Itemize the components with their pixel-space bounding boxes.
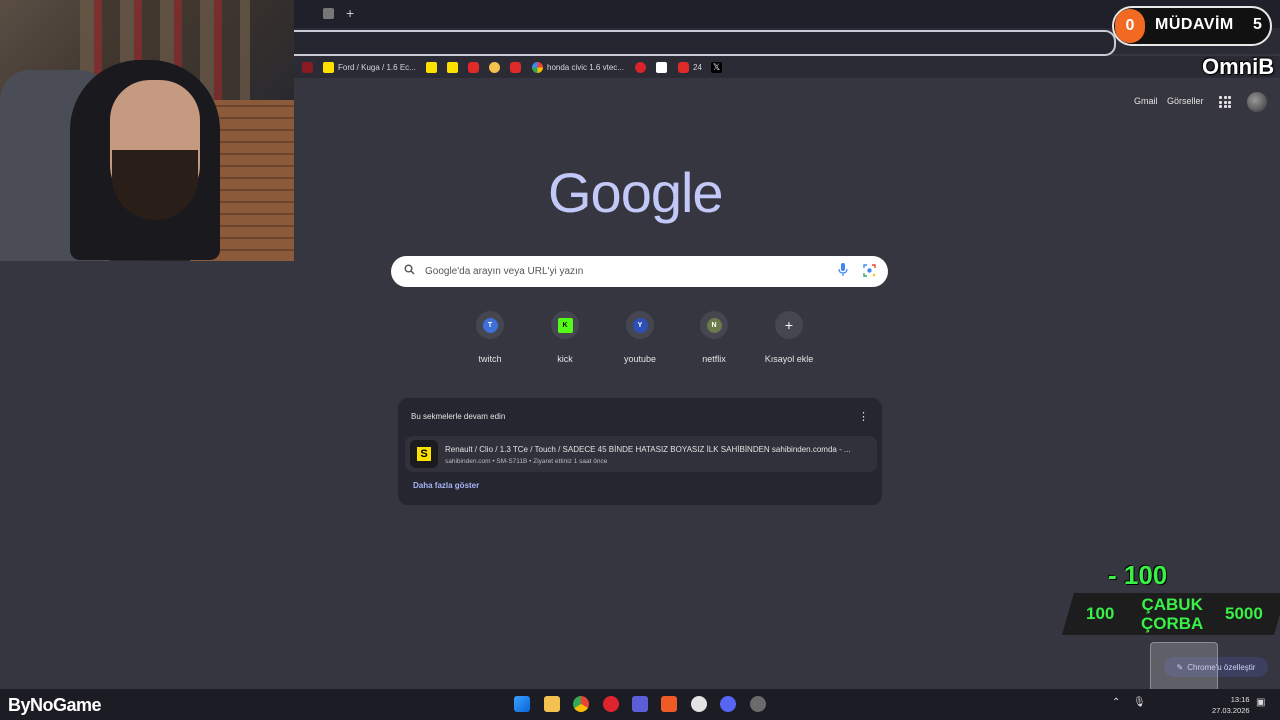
bookmark-item[interactable] (447, 60, 462, 74)
youtube-icon: Y (632, 317, 648, 333)
red-favicon-icon (302, 61, 313, 73)
youtube-favicon-icon (468, 61, 479, 73)
emoji-favicon-icon (489, 61, 500, 73)
card-title: Bu sekmelerle devam edin (411, 412, 506, 421)
shortcut-label: Kısayol ekle (764, 354, 814, 364)
omnib-label: OmniB (1202, 54, 1275, 79)
bookmark-item[interactable] (302, 60, 317, 74)
corba-left-value: 100 (1086, 604, 1115, 623)
shortcut-label: netflix (702, 354, 726, 364)
tab-item-title[interactable]: Renault / Clio / 1.3 TCe / Touch / SADEC… (445, 445, 851, 454)
bookmark-item[interactable]: 24 (678, 60, 702, 74)
bookmark-item[interactable] (426, 60, 441, 74)
opera-icon[interactable] (603, 696, 619, 712)
shortcut-label: kick (557, 354, 573, 364)
file-explorer-icon[interactable] (544, 696, 560, 712)
app-icon[interactable] (632, 696, 648, 712)
sahibinden-favicon-icon (426, 61, 437, 73)
new-tab-button[interactable]: + (346, 5, 354, 21)
shortcut-twitch[interactable]: T twitch (460, 311, 520, 364)
bookmark-item[interactable] (635, 60, 650, 74)
google-lens-icon[interactable] (863, 264, 876, 277)
sahibinden-favicon-icon (447, 61, 458, 73)
youtube-favicon-icon (510, 61, 521, 73)
bookmark-item[interactable] (468, 60, 483, 74)
brave-icon[interactable] (661, 696, 677, 712)
webcam-overlay (0, 0, 294, 261)
search-input[interactable]: Google'da arayın veya URL'yi yazın (425, 266, 583, 277)
bookmarks-bar: Ford / Kuga / 1.6 Ec... honda civic 1.6 … (294, 56, 1280, 78)
chevron-up-icon[interactable]: ⌃ (1112, 697, 1120, 708)
microphone-tray-icon[interactable]: 🎙 (1133, 697, 1146, 708)
google-logo: Google (548, 161, 724, 224)
mudavim-count: 5 (1253, 16, 1262, 33)
amazon-favicon-icon (656, 61, 667, 73)
kick-icon: K (557, 317, 573, 333)
mudavim-left-count: 0 (1115, 9, 1145, 43)
chrome-icon[interactable] (573, 696, 589, 712)
shortcut-label: twitch (478, 354, 502, 364)
add-shortcut-button[interactable]: + Kısayol ekle (759, 311, 819, 364)
microphone-icon[interactable] (838, 263, 848, 277)
sahibinden-icon: S (417, 447, 431, 461)
app-icon[interactable] (750, 696, 766, 712)
netflix-icon: N (706, 317, 722, 333)
youtube-favicon-icon (678, 61, 689, 73)
red-favicon-icon (635, 61, 646, 73)
google-favicon-icon (532, 61, 543, 73)
gmail-link[interactable]: Gmail (1134, 96, 1158, 106)
apps-grid-icon[interactable] (1219, 96, 1231, 108)
corba-title: ÇABUK ÇORBA (1141, 595, 1204, 633)
shortcut-label: youtube (623, 354, 657, 364)
clock[interactable]: 13:16 27.03.2026 (1212, 694, 1250, 716)
discord-icon[interactable] (720, 696, 736, 712)
shortcut-kick[interactable]: K kick (535, 311, 595, 364)
avatar[interactable] (1247, 92, 1267, 112)
minus-value: - 100 (1108, 560, 1168, 590)
address-bar[interactable] (294, 30, 1116, 56)
bookmark-item[interactable]: 𝕏 (711, 60, 726, 74)
continue-tab-item[interactable] (405, 436, 877, 472)
mudavim-label: MÜDAVİM (1155, 16, 1234, 33)
bookmark-item[interactable] (656, 60, 671, 74)
tab-item-meta: sahibinden.com • SM-S711B • Ziyaret etti… (445, 458, 608, 465)
bookmark-item[interactable] (510, 60, 525, 74)
bookmark-item[interactable]: Ford / Kuga / 1.6 Ec... (323, 60, 416, 74)
tab-favicon-icon[interactable] (323, 8, 334, 19)
notification-icon[interactable]: ▣ (1256, 697, 1265, 708)
bookmark-item[interactable]: honda civic 1.6 vtec... (532, 60, 624, 74)
windows-start-icon[interactable] (514, 696, 530, 712)
shortcut-youtube[interactable]: Y youtube (610, 311, 670, 364)
corba-right-value: 5000 (1225, 604, 1263, 623)
search-icon (404, 264, 415, 278)
twitch-icon: T (482, 317, 498, 333)
plus-icon: + (784, 317, 794, 333)
images-link[interactable]: Görseller (1167, 96, 1204, 106)
show-more-link[interactable]: Daha fazla göster (413, 481, 479, 490)
bookmark-item[interactable] (489, 60, 504, 74)
bynogame-logo: ByNoGame (8, 695, 102, 715)
more-vert-icon[interactable]: ⋮ (858, 410, 869, 423)
shortcut-netflix[interactable]: N netflix (684, 311, 744, 364)
chatgpt-icon[interactable] (691, 696, 707, 712)
x-favicon-icon: 𝕏 (711, 61, 722, 73)
sahibinden-favicon-icon (323, 61, 334, 73)
